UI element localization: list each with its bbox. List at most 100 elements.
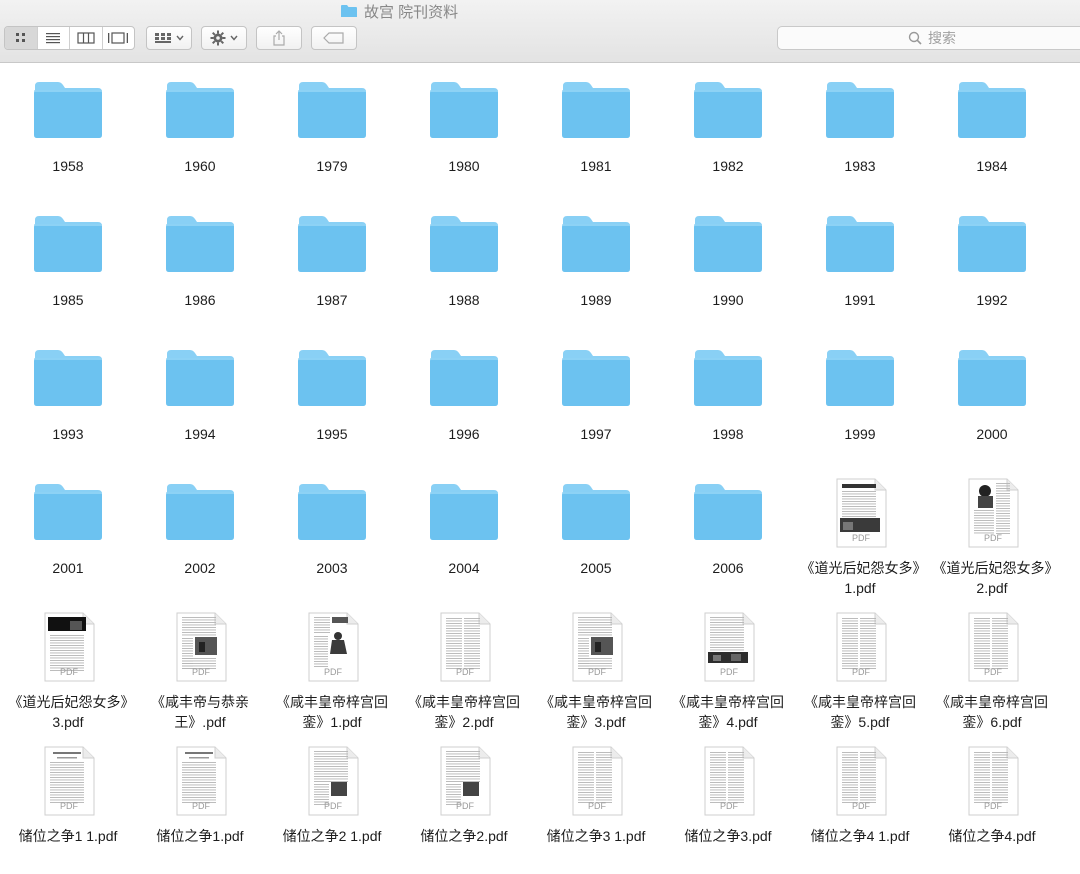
folder-item[interactable]: 1958: [2, 70, 134, 204]
folder-item[interactable]: 2002: [134, 472, 266, 606]
file-name: 1989: [580, 292, 612, 308]
tag-button[interactable]: [311, 26, 357, 50]
pdf-tag: PDF: [324, 801, 343, 811]
folder-item[interactable]: 1960: [134, 70, 266, 204]
title-folder-icon: [340, 4, 358, 18]
pdf-tag: PDF: [720, 801, 739, 811]
pdf-file-item[interactable]: PDF 储位之争2.pdf: [398, 740, 530, 874]
pdf-file-item[interactable]: PDF 《咸丰皇帝梓宫回銮》6.pdf: [926, 606, 1058, 740]
file-name: 储位之争4.pdf: [948, 828, 1036, 844]
folder-icon: [34, 350, 102, 406]
pdf-file-item[interactable]: PDF 储位之争2 1.pdf: [266, 740, 398, 874]
pdf-file-item[interactable]: PDF 《咸丰皇帝梓宫回銮》5.pdf: [794, 606, 926, 740]
pdf-file-item[interactable]: PDF 储位之争1 1.pdf: [2, 740, 134, 874]
search-field[interactable]: 搜索: [777, 26, 1080, 50]
icon-view-button[interactable]: [5, 27, 38, 49]
folder-item[interactable]: 1979: [266, 70, 398, 204]
list-view-icon: [46, 33, 61, 44]
folder-item[interactable]: 1981: [530, 70, 662, 204]
folder-item[interactable]: 2005: [530, 472, 662, 606]
arrange-button[interactable]: [146, 26, 192, 50]
folder-item[interactable]: 1983: [794, 70, 926, 204]
folder-item[interactable]: 2001: [2, 472, 134, 606]
folder-item[interactable]: 2004: [398, 472, 530, 606]
folder-item[interactable]: 2006: [662, 472, 794, 606]
pdf-file-item[interactable]: PDF 《咸丰帝与恭亲王》.pdf: [134, 606, 266, 740]
pdf-file-item[interactable]: PDF 储位之争4.pdf: [926, 740, 1058, 874]
folder-icon: [694, 82, 762, 138]
list-view-button[interactable]: [38, 27, 70, 49]
pdf-file-item[interactable]: PDF 《咸丰皇帝梓宫回銮》1.pdf: [266, 606, 398, 740]
folder-item[interactable]: 1984: [926, 70, 1058, 204]
folder-item[interactable]: 1999: [794, 338, 926, 472]
folder-item[interactable]: 1992: [926, 204, 1058, 338]
pdf-file-item[interactable]: PDF 《道光后妃怨女多》2.pdf: [926, 472, 1058, 606]
folder-icon: [562, 350, 630, 406]
pdf-file-icon: PDF: [968, 478, 1019, 548]
share-icon: [273, 30, 285, 46]
pdf-tag: PDF: [852, 801, 871, 811]
pdf-file-item[interactable]: PDF 《咸丰皇帝梓宫回銮》2.pdf: [398, 606, 530, 740]
file-name: 1999: [844, 426, 876, 442]
folder-icon: [430, 350, 498, 406]
folder-item[interactable]: 1985: [2, 204, 134, 338]
folder-item[interactable]: 1980: [398, 70, 530, 204]
pdf-file-item[interactable]: PDF 储位之争3.pdf: [662, 740, 794, 874]
folder-item[interactable]: 1989: [530, 204, 662, 338]
pdf-file-icon: PDF: [44, 746, 95, 816]
folder-icon: [694, 216, 762, 272]
folder-icon: [298, 484, 366, 540]
pdf-file-item[interactable]: PDF 《咸丰皇帝梓宫回銮》3.pdf: [530, 606, 662, 740]
folder-item[interactable]: 1987: [266, 204, 398, 338]
folder-icon: [430, 216, 498, 272]
folder-item[interactable]: 1986: [134, 204, 266, 338]
pdf-file-icon: PDF: [440, 612, 491, 682]
column-view-button[interactable]: [70, 27, 103, 49]
folder-icon: [826, 350, 894, 406]
file-grid: 1958 1960 1979 1980 1981 1982 1983 1984 …: [2, 70, 1058, 874]
action-button[interactable]: [201, 26, 247, 50]
folder-icon: [958, 350, 1026, 406]
pdf-file-item[interactable]: PDF 储位之争3 1.pdf: [530, 740, 662, 874]
folder-item[interactable]: 1993: [2, 338, 134, 472]
share-button[interactable]: [256, 26, 302, 50]
folder-icon: [958, 216, 1026, 272]
pdf-tag: PDF: [984, 533, 1003, 543]
pdf-tag: PDF: [588, 667, 607, 677]
folder-item[interactable]: 1994: [134, 338, 266, 472]
file-name: 《咸丰皇帝梓宫回銮》6.pdf: [936, 694, 1048, 730]
folder-item[interactable]: 1997: [530, 338, 662, 472]
file-name: 2002: [184, 560, 216, 576]
pdf-file-icon: PDF: [968, 746, 1019, 816]
pdf-file-item[interactable]: PDF 《道光后妃怨女多》3.pdf: [2, 606, 134, 740]
folder-item[interactable]: 2000: [926, 338, 1058, 472]
folder-icon: [562, 216, 630, 272]
file-name: 1983: [844, 158, 876, 174]
pdf-file-icon: PDF: [572, 746, 623, 816]
file-name: 《道光后妃怨女多》1.pdf: [800, 560, 920, 596]
view-mode-control: [4, 26, 135, 50]
folder-item[interactable]: 1996: [398, 338, 530, 472]
pdf-file-item[interactable]: PDF 储位之争1.pdf: [134, 740, 266, 874]
pdf-file-item[interactable]: PDF 《咸丰皇帝梓宫回銮》4.pdf: [662, 606, 794, 740]
folder-icon: [298, 216, 366, 272]
folder-item[interactable]: 1988: [398, 204, 530, 338]
folder-item[interactable]: 1998: [662, 338, 794, 472]
folder-item[interactable]: 1991: [794, 204, 926, 338]
folder-icon: [430, 484, 498, 540]
folder-item[interactable]: 1990: [662, 204, 794, 338]
folder-item[interactable]: 1995: [266, 338, 398, 472]
folder-item[interactable]: 2003: [266, 472, 398, 606]
folder-icon: [298, 82, 366, 138]
file-name: 1979: [316, 158, 348, 174]
folder-icon: [562, 82, 630, 138]
file-name: 1985: [52, 292, 84, 308]
pdf-file-item[interactable]: PDF 储位之争4 1.pdf: [794, 740, 926, 874]
gallery-view-button[interactable]: [103, 27, 135, 49]
toolbar: 搜索: [0, 26, 1080, 52]
pdf-file-item[interactable]: PDF 《道光后妃怨女多》1.pdf: [794, 472, 926, 606]
chevron-down-icon: [176, 35, 184, 41]
folder-item[interactable]: 1982: [662, 70, 794, 204]
file-name: 储位之争1 1.pdf: [18, 828, 118, 844]
folder-icon: [826, 216, 894, 272]
